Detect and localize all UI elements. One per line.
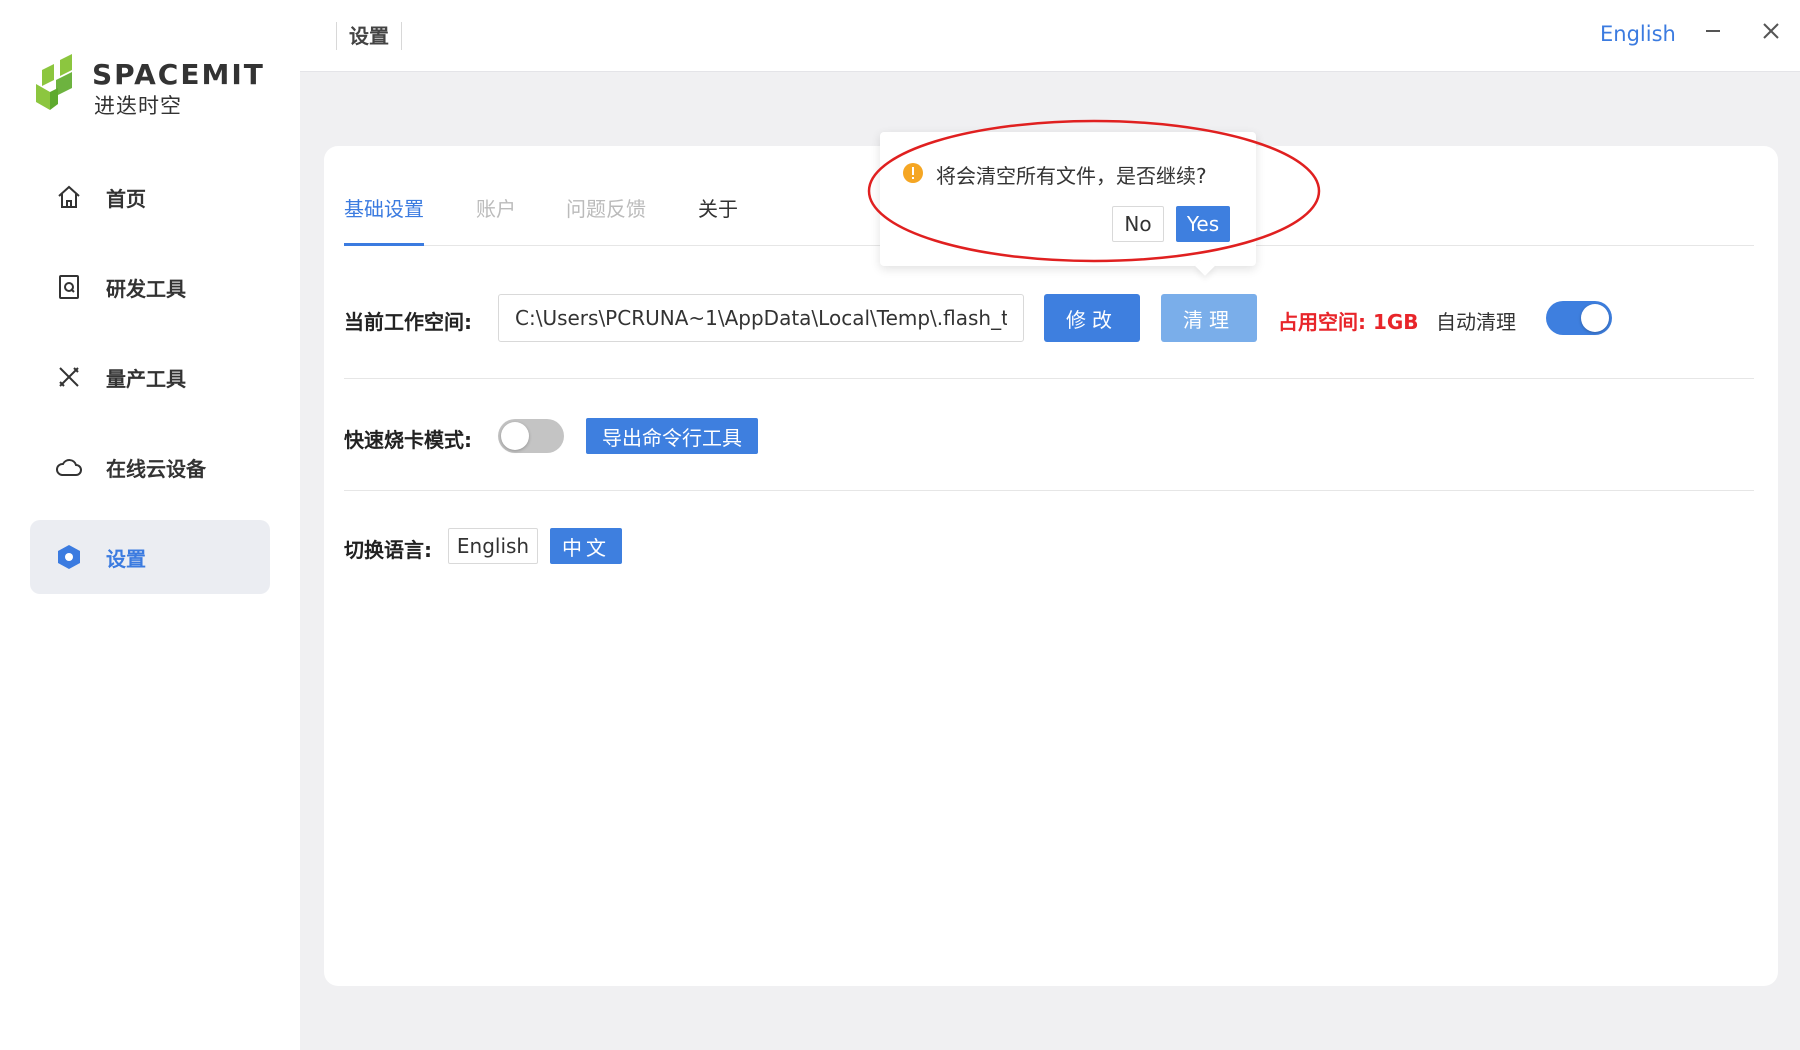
logo: SPACEMIT 进迭时空	[36, 54, 266, 118]
dev-tools-icon	[54, 272, 84, 302]
used-space-text: 占用空间: 1GB	[1278, 310, 1419, 334]
fast-flash-toggle[interactable]	[498, 419, 564, 453]
confirm-yes-button[interactable]: Yes	[1176, 206, 1230, 242]
tab-basic-settings[interactable]: 基础设置	[344, 186, 424, 246]
sidebar-item-dev-tools[interactable]: 研发工具	[30, 250, 270, 324]
sidebar-item-production-tools[interactable]: 量产工具	[30, 340, 270, 414]
auto-clean-label: 自动清理	[1436, 310, 1516, 334]
app-window: SPACEMIT 进迭时空 首页 研发工具 量产工具 在线云设备 设置 设置 E…	[0, 0, 1800, 1050]
toggle-knob	[1581, 304, 1609, 332]
language-link[interactable]: English	[1600, 22, 1676, 46]
logo-text-en: SPACEMIT	[92, 58, 265, 91]
language-chinese-button[interactable]: 中文	[550, 528, 622, 564]
settings-hexagon-icon	[54, 542, 84, 572]
language-label: 切换语言:	[344, 538, 432, 562]
divider	[344, 490, 1754, 491]
sidebar-item-home[interactable]: 首页	[30, 160, 270, 234]
clean-button[interactable]: 清理	[1161, 294, 1257, 342]
sidebar-item-label: 量产工具	[106, 366, 186, 391]
warning-icon	[903, 163, 923, 183]
tab-account[interactable]: 账户	[476, 186, 516, 246]
cloud-icon	[54, 452, 84, 482]
page-title: 设置	[336, 22, 402, 50]
fast-flash-label: 快速烧卡模式:	[344, 428, 472, 452]
close-icon	[1763, 23, 1779, 39]
workspace-path-input[interactable]	[498, 294, 1024, 342]
minimize-icon	[1706, 30, 1720, 32]
production-tools-icon	[54, 362, 84, 392]
export-cli-button[interactable]: 导出命令行工具	[586, 418, 758, 454]
modify-button[interactable]: 修改	[1044, 294, 1140, 342]
sidebar-item-label: 在线云设备	[106, 456, 206, 481]
sidebar: SPACEMIT 进迭时空 首页 研发工具 量产工具 在线云设备 设置	[0, 0, 300, 1050]
sidebar-item-settings[interactable]: 设置	[30, 520, 270, 594]
spacemit-logo-icon	[36, 54, 72, 110]
home-icon	[54, 182, 84, 212]
close-button[interactable]	[1756, 16, 1786, 46]
sidebar-item-label: 研发工具	[106, 276, 186, 301]
tab-feedback[interactable]: 问题反馈	[566, 186, 646, 246]
settings-card: 基础设置 账户 问题反馈 关于 当前工作空间: 修改 清理 占用空间: 1GB …	[324, 119, 1778, 986]
confirm-message: 将会清空所有文件，是否继续?	[936, 164, 1207, 188]
divider	[344, 378, 1754, 379]
auto-clean-toggle[interactable]	[1546, 301, 1612, 335]
sidebar-item-label: 首页	[106, 186, 146, 211]
minimize-button[interactable]	[1698, 16, 1728, 46]
clean-confirm-popover: 将会清空所有文件，是否继续? No Yes	[880, 132, 1256, 276]
tab-about[interactable]: 关于	[698, 186, 738, 246]
header: 设置 English	[300, 0, 1800, 72]
sidebar-item-cloud-devices[interactable]: 在线云设备	[30, 430, 270, 504]
sidebar-nav: 首页 研发工具 量产工具 在线云设备 设置	[30, 160, 270, 610]
language-english-button[interactable]: English	[448, 528, 538, 564]
confirm-no-button[interactable]: No	[1112, 206, 1164, 242]
popover-arrow	[1195, 256, 1215, 276]
sidebar-item-label: 设置	[106, 546, 146, 571]
logo-text-cn: 进迭时空	[94, 94, 182, 118]
toggle-knob	[501, 422, 529, 450]
workspace-label: 当前工作空间:	[344, 310, 472, 334]
